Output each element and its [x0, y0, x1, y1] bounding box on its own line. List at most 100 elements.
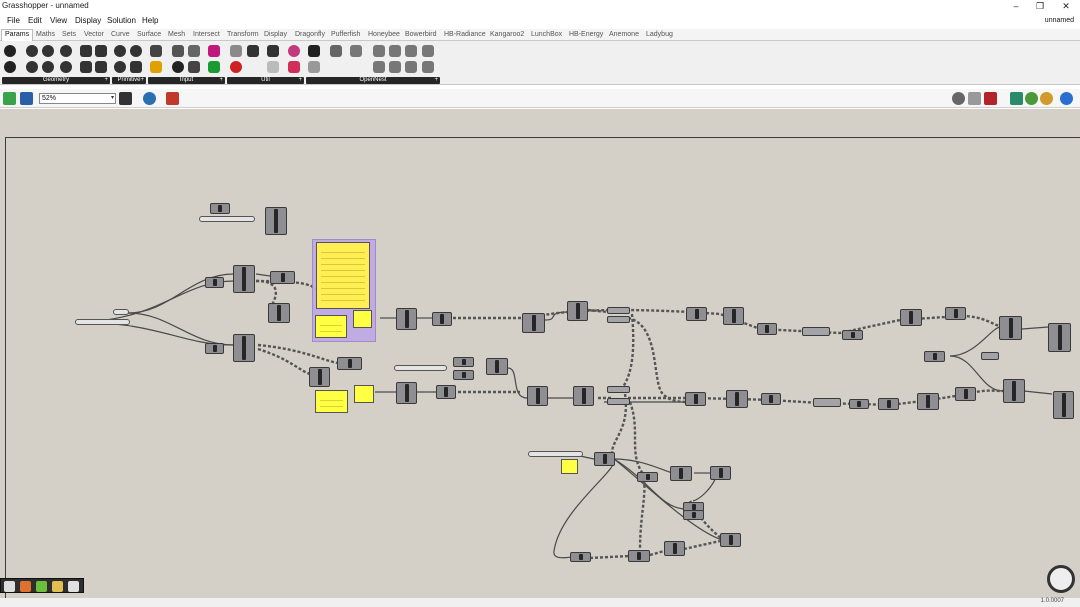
timer-icon[interactable]: [20, 581, 31, 592]
gh-component[interactable]: [900, 309, 922, 326]
gh-component[interactable]: [607, 316, 630, 323]
number-slider[interactable]: [113, 309, 129, 315]
chart-icon[interactable]: [36, 581, 47, 592]
cluster-icon[interactable]: [230, 45, 242, 57]
gh-component[interactable]: [309, 367, 330, 387]
menu-file[interactable]: File: [7, 16, 20, 25]
brep-param-icon[interactable]: [26, 45, 38, 57]
cube-icon[interactable]: [389, 45, 401, 57]
sheet-icon[interactable]: [373, 45, 385, 57]
text-panel[interactable]: [354, 385, 374, 403]
gh-component[interactable]: [761, 393, 781, 405]
box-param-icon[interactable]: [4, 45, 16, 57]
tag-icon[interactable]: [350, 45, 362, 57]
number-param-icon[interactable]: [114, 61, 126, 73]
tab-vector[interactable]: Vector: [84, 31, 104, 38]
tab-transform[interactable]: Transform: [227, 31, 259, 38]
gh-component[interactable]: [683, 510, 704, 520]
tab-hb-energy[interactable]: HB-Energy: [569, 31, 603, 38]
gh-component[interactable]: [270, 271, 295, 284]
menu-edit[interactable]: Edit: [28, 16, 42, 25]
gh-component[interactable]: [1048, 323, 1071, 352]
tab-dragonfly[interactable]: Dragonfly: [295, 31, 325, 38]
save-file-icon[interactable]: [20, 92, 33, 105]
download-icon[interactable]: [4, 581, 15, 592]
tab-bowerbird[interactable]: Bowerbird: [405, 31, 437, 38]
boolean-param-icon[interactable]: [114, 45, 126, 57]
menu-display[interactable]: Display: [75, 16, 101, 25]
panel-input-icon[interactable]: [150, 45, 162, 57]
gh-component[interactable]: [486, 358, 508, 375]
cut-icon[interactable]: [422, 45, 434, 57]
shapes-icon[interactable]: [389, 61, 401, 73]
gh-component[interactable]: [205, 343, 224, 354]
relay-arrow-icon[interactable]: [267, 45, 279, 57]
gh-component[interactable]: [432, 312, 452, 326]
text-panel[interactable]: [353, 310, 372, 328]
data-output-icon[interactable]: [247, 45, 259, 57]
tab-honeybee[interactable]: Honeybee: [368, 31, 400, 38]
gh-component[interactable]: [570, 552, 591, 562]
circle-param-icon[interactable]: [42, 45, 54, 57]
text-param-icon[interactable]: [130, 61, 142, 73]
text-panel[interactable]: [315, 390, 348, 413]
number-slider[interactable]: [394, 365, 447, 371]
wifi-icon[interactable]: [308, 61, 320, 73]
tab-hb-radiance[interactable]: HB-Radiance: [444, 31, 486, 38]
text-panel[interactable]: [316, 242, 370, 309]
graph-mapper-icon[interactable]: [150, 61, 162, 73]
canvas-navigation-wheel[interactable]: [1047, 565, 1075, 593]
gh-component[interactable]: [210, 203, 230, 214]
gh-component[interactable]: [628, 550, 650, 562]
jump-arrow-icon[interactable]: [267, 61, 279, 73]
gh-component[interactable]: [522, 313, 545, 333]
gh-component[interactable]: [917, 393, 939, 410]
mesh-param-icon[interactable]: [42, 61, 54, 73]
curve-param-icon[interactable]: [4, 61, 16, 73]
rotate-icon[interactable]: [405, 61, 417, 73]
gh-component[interactable]: [607, 386, 630, 393]
bake-icon[interactable]: [1010, 92, 1023, 105]
gradient-input-icon[interactable]: [208, 45, 220, 57]
button-input-icon[interactable]: [172, 45, 184, 57]
colour-swatch-icon[interactable]: [208, 61, 220, 73]
tab-maths[interactable]: Maths: [36, 31, 55, 38]
wireframe-preview-icon[interactable]: [968, 92, 981, 105]
green-sphere-icon[interactable]: [1025, 92, 1038, 105]
gh-component[interactable]: [607, 307, 630, 314]
number-slider[interactable]: [75, 319, 130, 325]
shaded-preview-icon[interactable]: [984, 92, 997, 105]
gh-component[interactable]: [527, 386, 548, 406]
gh-component[interactable]: [1003, 379, 1025, 403]
gh-component[interactable]: [396, 308, 417, 330]
minimize-button[interactable]: –: [1004, 0, 1028, 13]
gh-component[interactable]: [802, 327, 830, 336]
gh-component[interactable]: [945, 307, 966, 320]
tab-params[interactable]: Params: [1, 29, 34, 41]
point-param-icon[interactable]: [80, 61, 92, 73]
flask-icon[interactable]: [288, 61, 300, 73]
gh-component[interactable]: [567, 301, 588, 321]
gh-component[interactable]: [955, 387, 976, 401]
zoom-extents-icon[interactable]: [119, 92, 132, 105]
line-param-icon[interactable]: [26, 61, 38, 73]
gh-component[interactable]: [757, 323, 777, 335]
sort-icon[interactable]: [68, 581, 79, 592]
cylinder-icon[interactable]: [405, 45, 417, 57]
gh-component[interactable]: [664, 541, 685, 556]
surface-param-icon[interactable]: [95, 61, 107, 73]
gh-component[interactable]: [453, 370, 474, 380]
chevron-down-icon[interactable]: ▾: [111, 94, 114, 103]
gh-component[interactable]: [686, 307, 707, 321]
gh-component[interactable]: [396, 382, 417, 404]
gh-component[interactable]: [637, 472, 658, 482]
tab-display[interactable]: Display: [264, 31, 287, 38]
gh-component[interactable]: [849, 399, 869, 409]
menu-solution[interactable]: Solution: [107, 16, 136, 25]
geometry-param-icon[interactable]: [80, 45, 92, 57]
group-param-icon[interactable]: [95, 45, 107, 57]
gh-component[interactable]: [981, 352, 999, 360]
ribbon-label-input[interactable]: Input +: [148, 77, 225, 84]
ribbon-label-geometry[interactable]: Geometry +: [2, 77, 110, 84]
value-list-icon[interactable]: [188, 61, 200, 73]
